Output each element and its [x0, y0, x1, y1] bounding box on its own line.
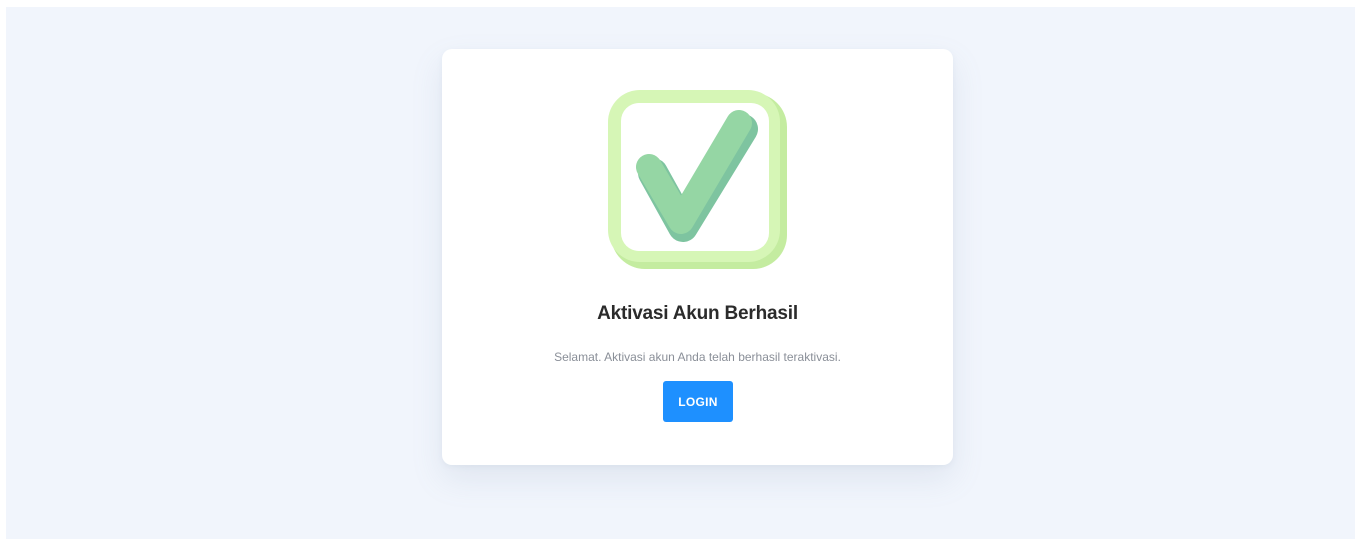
page-background: Aktivasi Akun Berhasil Selamat. Aktivasi… [6, 7, 1355, 539]
activation-card: Aktivasi Akun Berhasil Selamat. Aktivasi… [442, 49, 953, 465]
activation-message: Selamat. Aktivasi akun Anda telah berhas… [554, 350, 841, 364]
login-button[interactable]: LOGIN [663, 381, 733, 422]
checkmark-box-icon [608, 90, 787, 269]
page-title: Aktivasi Akun Berhasil [597, 303, 798, 324]
